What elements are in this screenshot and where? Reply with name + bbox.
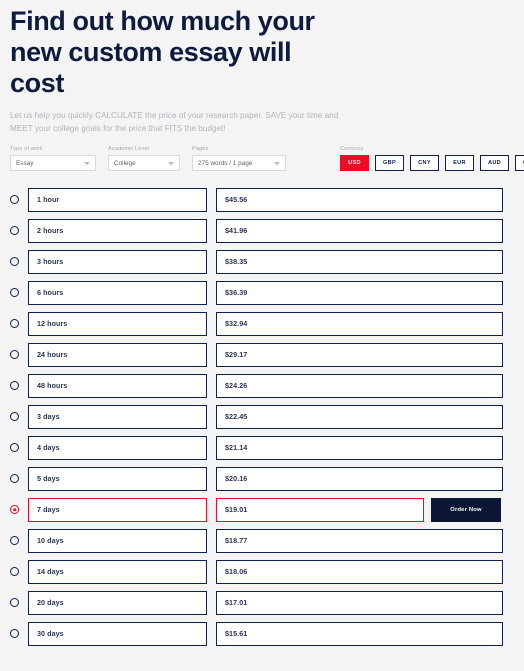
academic-level-group: Academic Level College [108,146,180,171]
price-cell: $38.35 [216,249,503,274]
price-cell: $41.96 [216,218,503,243]
currency-button-gbp[interactable]: GBP [375,155,404,171]
deadline-cell[interactable]: 4 days [28,435,207,460]
deadline-radio[interactable] [10,226,19,235]
order-now-button[interactable]: Order Now [431,497,501,522]
table-row[interactable]: 2 hours $41.96 [10,215,514,246]
deadline-cell[interactable]: 3 days [28,404,207,429]
table-row[interactable]: 14 days $18.06 [10,556,514,587]
table-row[interactable]: 6 hours $36.39 [10,277,514,308]
price-cell: $19.01 [216,497,424,522]
price-cell: $21.14 [216,435,503,460]
academic-level-select[interactable]: College [108,155,180,171]
price-cell: $24.26 [216,373,503,398]
table-row[interactable]: 3 days $22.45 [10,401,514,432]
deadline-radio[interactable] [10,319,19,328]
currency-button-cad[interactable]: CAD [515,155,524,171]
deadline-radio[interactable] [10,288,19,297]
price-cell: $15.61 [216,621,503,646]
currency-group: Currency USD GBP CNY EUR AUD CAD [340,146,524,171]
chevron-down-icon [84,161,90,165]
deadline-radio[interactable] [10,257,19,266]
deadline-radio[interactable] [10,598,19,607]
price-cell: $36.39 [216,280,503,305]
table-row[interactable]: 10 days $18.77 [10,525,514,556]
page-title: Find out how much your new custom essay … [10,6,315,98]
table-row[interactable]: 20 days $17.01 [10,587,514,618]
hero-section: Find out how much your new custom essay … [0,0,524,135]
page-subtitle: Let us help you quickly CALCULATE the pr… [10,111,339,133]
type-of-work-label: Type of work [10,146,43,152]
deadline-cell[interactable]: 48 hours [28,373,207,398]
currency-button-aud[interactable]: AUD [480,155,509,171]
deadline-radio[interactable] [10,567,19,576]
currency-button-eur[interactable]: EUR [445,155,474,171]
academic-level-value: College [114,159,136,167]
pricing-table: 1 hour $45.56 2 hours $41.96 3 hours $38.35 6 … [0,171,524,649]
currency-button-row: USD GBP CNY EUR AUD CAD [340,155,524,171]
price-cell: $22.45 [216,404,503,429]
type-of-work-value: Essay [16,159,34,167]
type-of-work-group: Type of work Essay [10,146,96,171]
table-row[interactable]: 1 hour $45.56 [10,184,514,215]
deadline-cell[interactable]: 24 hours [28,342,207,367]
deadline-cell[interactable]: 3 hours [28,249,207,274]
deadline-cell[interactable]: 1 hour [28,187,207,212]
pages-select[interactable]: 275 words / 1 page [192,155,286,171]
deadline-cell[interactable]: 7 days [28,497,207,522]
deadline-cell[interactable]: 12 hours [28,311,207,336]
price-calculator-page: Find out how much your new custom essay … [0,0,524,671]
deadline-cell[interactable]: 30 days [28,621,207,646]
price-cell: $17.01 [216,590,503,615]
price-cell: $32.94 [216,311,503,336]
table-row[interactable]: 5 days $20.16 [10,463,514,494]
deadline-radio[interactable] [10,350,19,359]
table-row[interactable]: 3 hours $38.35 [10,246,514,277]
table-row[interactable]: 24 hours $29.17 [10,339,514,370]
price-cell: $45.56 [216,187,503,212]
price-cell: $18.06 [216,559,503,584]
deadline-radio[interactable] [10,443,19,452]
chevron-down-icon [274,161,280,165]
price-cell: $18.77 [216,528,503,553]
deadline-radio[interactable] [10,195,19,204]
deadline-cell[interactable]: 2 hours [28,218,207,243]
table-row[interactable]: 4 days $21.14 [10,432,514,463]
deadline-radio[interactable] [10,536,19,545]
deadline-radio[interactable] [10,412,19,421]
deadline-cell[interactable]: 6 hours [28,280,207,305]
pages-value: 275 words / 1 page [198,159,253,167]
deadline-radio[interactable] [10,505,19,514]
currency-label: Currency [340,146,364,152]
deadline-cell[interactable]: 5 days [28,466,207,491]
deadline-cell[interactable]: 14 days [28,559,207,584]
currency-button-usd[interactable]: USD [340,155,369,171]
pages-label: Pages [192,146,209,152]
table-row[interactable]: 12 hours $32.94 [10,308,514,339]
deadline-radio[interactable] [10,381,19,390]
deadline-radio[interactable] [10,474,19,483]
deadline-cell[interactable]: 20 days [28,590,207,615]
pages-group: Pages 275 words / 1 page [192,146,286,171]
type-of-work-select[interactable]: Essay [10,155,96,171]
table-row[interactable]: 30 days $15.61 [10,618,514,649]
price-cell: $29.17 [216,342,503,367]
table-row[interactable]: 48 hours $24.26 [10,370,514,401]
calculator-controls: Type of work Essay Academic Level Colleg… [0,135,524,171]
deadline-cell[interactable]: 10 days [28,528,207,553]
deadline-radio[interactable] [10,629,19,638]
currency-button-cny[interactable]: CNY [410,155,439,171]
table-row[interactable]: 7 days $19.01 Order Now [10,494,514,525]
price-cell: $20.16 [216,466,503,491]
academic-level-label: Academic Level [108,146,149,152]
chevron-down-icon [168,161,174,165]
